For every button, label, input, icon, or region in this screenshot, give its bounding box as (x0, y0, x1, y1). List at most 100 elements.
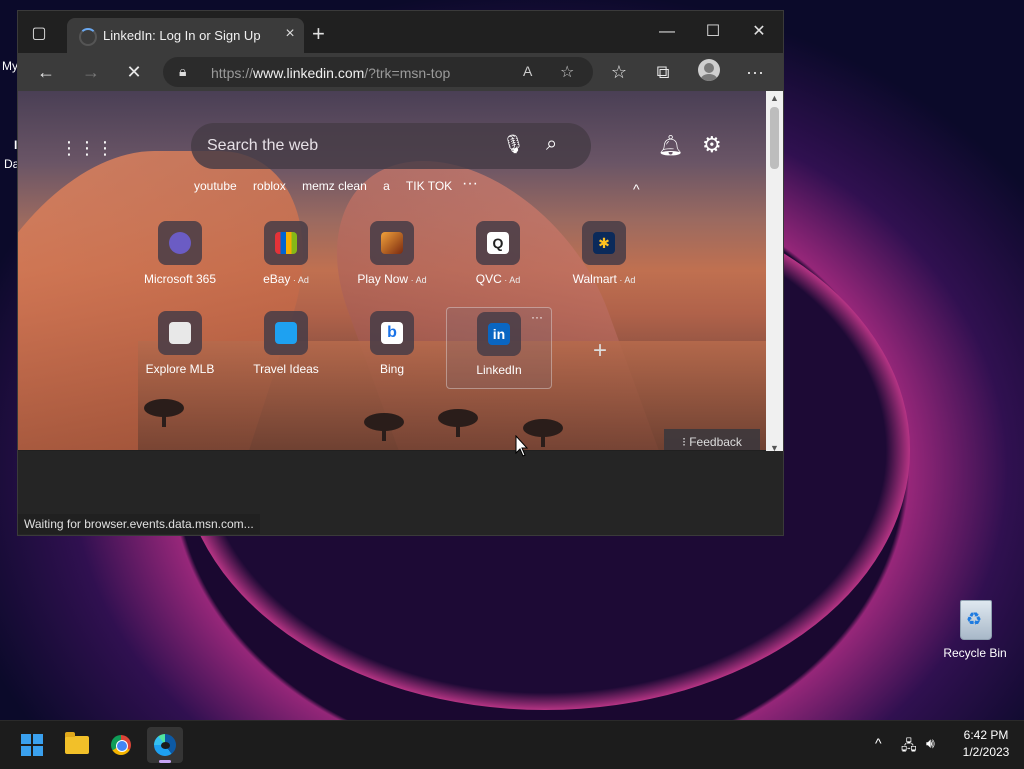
address-url[interactable]: https://www.linkedin.com/?trk=msn-top (211, 65, 450, 81)
apps-launcher-icon[interactable]: ⋮⋮⋮ (60, 138, 114, 158)
taskbar-clock[interactable]: 6:42 PM 1/2/2023 (956, 727, 1016, 761)
background-tree (364, 413, 404, 441)
ad-badge: · Ad (616, 275, 636, 285)
network-icon[interactable]: 🖧 (901, 735, 917, 759)
start-button[interactable] (14, 727, 50, 763)
recycle-bin[interactable]: ♻ Recycle Bin (940, 596, 1010, 660)
qvc-icon: Q (476, 221, 520, 265)
feedback-label: Feedback (689, 435, 742, 449)
tile-qvc[interactable]: Q QVC · Ad (446, 221, 550, 303)
collections-button[interactable]: ⧉ (651, 61, 675, 83)
new-tab-page: ⋮⋮⋮ Search the web 🎙︎ ⌕ 🔔︎ ⚙ youtube rob… (18, 91, 766, 450)
settings-more-button[interactable]: ··· (743, 61, 767, 83)
status-bar: Waiting for browser.events.data.msn.com.… (18, 514, 260, 534)
microphone-icon[interactable]: 🎙︎ (502, 134, 525, 155)
tile-explore-mlb[interactable]: Explore MLB (128, 311, 232, 393)
background-tree (144, 399, 184, 427)
tab-linkedin[interactable]: LinkedIn: Log In or Sign Up × (67, 18, 304, 53)
tile-play-now[interactable]: Play Now · Ad (340, 221, 444, 303)
read-aloud-icon[interactable]: A (523, 63, 532, 79)
tile-ebay[interactable]: eBay · Ad (234, 221, 338, 303)
tile-walmart[interactable]: ✱ Walmart · Ad (552, 221, 656, 303)
back-button[interactable]: ← (34, 61, 58, 83)
forward-button[interactable]: → (79, 61, 103, 83)
page-settings-gear-icon[interactable]: ⚙ (702, 132, 722, 158)
tile-travel-ideas[interactable]: Travel Ideas (234, 311, 338, 393)
chrome-icon (111, 735, 131, 755)
add-site-button[interactable]: + (593, 337, 607, 365)
walmart-icon: ✱ (582, 221, 626, 265)
linkedin-icon: in (477, 312, 521, 356)
tab-close-icon[interactable]: × (281, 25, 299, 43)
stop-loading-button[interactable]: ✕ (122, 61, 146, 83)
edge-icon (154, 734, 176, 756)
clock-date: 1/2/2023 (962, 745, 1010, 759)
tile-microsoft-365[interactable]: Microsoft 365 (128, 221, 232, 303)
taskbar: ^ 🖧 🔊︎ 6:42 PM 1/2/2023 (0, 720, 1024, 769)
tile-label: Travel Ideas (253, 362, 319, 376)
scrollbar-thumb[interactable] (770, 107, 779, 169)
quick-links-more-icon[interactable]: ··· (462, 175, 478, 193)
address-bar[interactable]: 🔒︎ https://www.linkedin.com/?trk=msn-top… (163, 57, 593, 87)
show-hidden-icons-chevron[interactable]: ^ (875, 735, 882, 751)
broken-image-icon (158, 311, 202, 355)
travel-icon (264, 311, 308, 355)
page-scrollbar[interactable]: ▲ ▼ (766, 91, 783, 458)
tile-label: Walmart (572, 272, 617, 286)
ebay-icon (264, 221, 308, 265)
active-indicator (159, 760, 171, 763)
tab-actions-icon[interactable]: ▢ (28, 23, 50, 45)
quick-link[interactable]: memz clean (302, 179, 367, 193)
ad-badge: · Ad (501, 275, 521, 285)
tile-label: Explore MLB (145, 362, 215, 376)
feedback-button[interactable]: ⁝ Feedback (664, 429, 760, 450)
recycle-bin-label: Recycle Bin (943, 646, 1007, 660)
tile-linkedin[interactable]: ··· in LinkedIn (446, 307, 552, 389)
tab-title: LinkedIn: Log In or Sign Up (103, 28, 261, 43)
tile-label: Play Now (357, 272, 409, 286)
favorites-button[interactable]: ☆ (607, 61, 631, 83)
scroll-up-icon[interactable]: ▲ (770, 93, 779, 103)
collapse-chevron-icon[interactable]: ^ (633, 181, 640, 197)
tile-label: QVC (475, 272, 502, 286)
quick-link[interactable]: TIK TOK (406, 179, 452, 193)
chrome-button[interactable] (103, 727, 139, 763)
tile-more-options-icon[interactable]: ··· (531, 310, 543, 324)
search-input[interactable]: Search the web (207, 137, 318, 155)
new-tab-button[interactable]: + (312, 23, 325, 45)
mouse-cursor-icon (515, 435, 529, 457)
search-icon[interactable]: ⌕ (546, 133, 557, 156)
game-icon (370, 221, 414, 265)
browser-window: ▢ LinkedIn: Log In or Sign Up × + — ☐ ✕ … (17, 10, 784, 536)
background-tree (438, 409, 478, 437)
folder-icon (65, 732, 89, 754)
background-tree (523, 419, 563, 447)
clock-time: 6:42 PM (963, 728, 1009, 742)
quick-link[interactable]: youtube (194, 179, 237, 193)
profile-avatar[interactable] (698, 59, 720, 81)
recycle-bin-icon: ♻ (956, 596, 994, 640)
desktop-icon-label-my[interactable]: My (2, 59, 18, 73)
close-window-button[interactable]: ✕ (744, 21, 774, 43)
bing-icon: b (370, 311, 414, 355)
minimize-button[interactable]: — (652, 21, 682, 43)
microsoft-365-icon (158, 221, 202, 265)
add-favorite-icon[interactable]: ☆ (560, 62, 574, 82)
volume-icon[interactable]: 🔊︎ (926, 735, 935, 752)
tile-label: LinkedIn (476, 363, 522, 377)
notifications-bell-icon[interactable]: 🔔︎ (658, 133, 683, 158)
tab-strip: ▢ LinkedIn: Log In or Sign Up × + — ☐ ✕ (18, 11, 783, 53)
lock-icon[interactable]: 🔒︎ (179, 63, 186, 80)
edge-button[interactable] (147, 727, 183, 763)
tile-label: Microsoft 365 (143, 272, 217, 286)
ad-badge: · Ad (290, 275, 309, 285)
web-search-box[interactable]: Search the web 🎙︎ ⌕ (191, 123, 591, 169)
maximize-button[interactable]: ☐ (698, 21, 728, 43)
tile-bing[interactable]: b Bing (340, 311, 444, 393)
quick-link[interactable]: a (383, 179, 390, 193)
tile-label: Bing (379, 362, 405, 376)
quick-links-row: youtube roblox memz clean a TIK TOK (194, 179, 465, 197)
quick-link[interactable]: roblox (253, 179, 286, 193)
file-explorer-button[interactable] (59, 727, 95, 763)
loading-spinner-icon (79, 28, 97, 46)
